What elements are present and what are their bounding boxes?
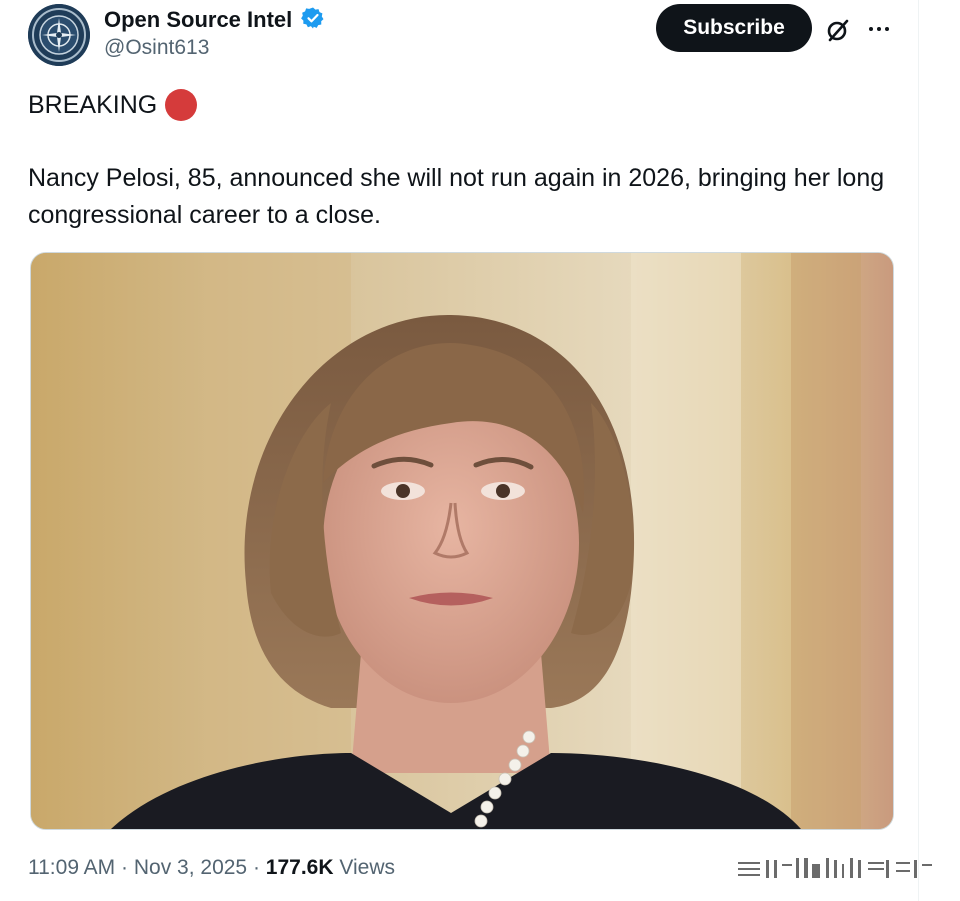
more-icon[interactable]	[864, 14, 894, 44]
views-count[interactable]: 177.6K	[266, 856, 334, 879]
tweet-card: Open Source Intel @Osint613 Subscribe BR…	[0, 0, 960, 901]
tweet-photo[interactable]	[30, 252, 894, 830]
author-display-name[interactable]: Open Source Intel	[104, 6, 292, 34]
headline-text: BREAKING	[28, 90, 158, 119]
meta-separator: ·	[121, 856, 129, 879]
author-handle[interactable]: @Osint613	[104, 34, 325, 62]
tweet-meta: 11:09 AM · Nov 3, 2025 · 177.6K Views	[28, 852, 395, 884]
grok-icon[interactable]	[824, 16, 852, 44]
tweet-time[interactable]: 11:09 AM	[28, 856, 115, 879]
watermark-image	[738, 858, 932, 878]
red-circle-icon	[165, 89, 198, 121]
subscribe-button[interactable]: Subscribe	[656, 4, 812, 52]
meta-separator: ·	[252, 856, 260, 879]
avatar[interactable]	[28, 4, 90, 66]
portrait-photo	[31, 253, 893, 829]
views-label: Views	[339, 856, 395, 879]
tweet-date[interactable]: Nov 3, 2025	[134, 856, 247, 879]
tweet-text: BREAKING Nancy Pelosi, 85, announced she…	[28, 86, 898, 234]
tweet-header: Open Source Intel @Osint613 Subscribe	[28, 4, 908, 66]
headline-line: BREAKING	[28, 86, 898, 124]
author-block: Open Source Intel @Osint613	[104, 6, 325, 62]
column-divider	[918, 0, 919, 901]
tweet-body-text: Nancy Pelosi, 85, announced she will not…	[28, 164, 885, 229]
verified-badge-icon	[300, 7, 324, 29]
